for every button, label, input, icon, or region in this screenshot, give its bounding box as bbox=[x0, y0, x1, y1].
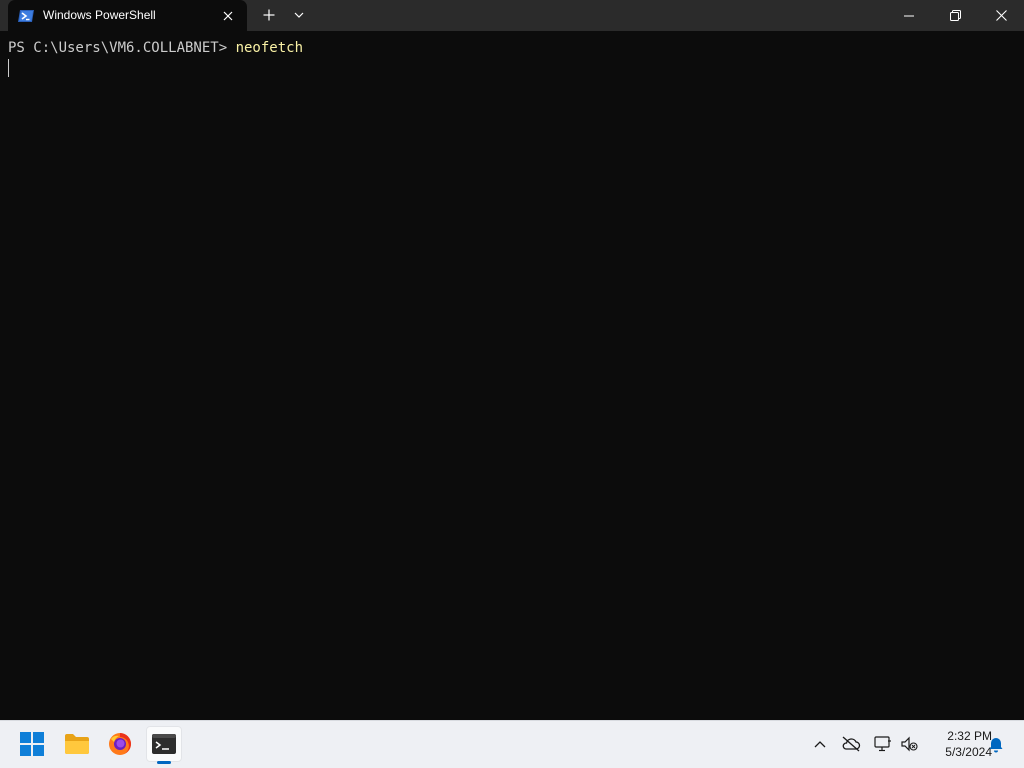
minimize-icon[interactable] bbox=[886, 0, 932, 31]
tab-close-icon[interactable] bbox=[217, 5, 239, 27]
onedrive-offline-icon[interactable] bbox=[841, 734, 861, 754]
terminal-output[interactable]: PS C:\Users\VM6.COLLABNET> neofetch bbox=[0, 31, 1024, 720]
powershell-icon bbox=[18, 8, 34, 22]
clock-time: 2:32 PM bbox=[947, 729, 992, 743]
powershell-window: Windows PowerShell PS C:\Users\VM6.COLLA… bbox=[0, 0, 1024, 720]
firefox-icon[interactable] bbox=[102, 726, 138, 762]
tab-title: Windows PowerShell bbox=[43, 8, 156, 22]
windows-start-icon[interactable] bbox=[14, 726, 50, 762]
new-tab-plus-icon[interactable] bbox=[257, 4, 281, 26]
clock-date: 5/3/2024 bbox=[945, 745, 992, 759]
close-icon[interactable] bbox=[978, 0, 1024, 31]
text-cursor bbox=[8, 59, 9, 77]
maximize-icon[interactable] bbox=[932, 0, 978, 31]
notification-bell-icon[interactable] bbox=[986, 734, 1006, 754]
command-text: neofetch bbox=[235, 40, 304, 56]
tab-windows-powershell[interactable]: Windows PowerShell bbox=[8, 0, 247, 31]
taskbar: 2:32 PM 5/3/2024 bbox=[0, 720, 1024, 768]
title-bar[interactable]: Windows PowerShell bbox=[0, 0, 1024, 31]
system-clock[interactable]: 2:32 PM 5/3/2024 bbox=[922, 728, 992, 760]
chevron-down-icon[interactable] bbox=[288, 4, 310, 26]
network-icon[interactable] bbox=[873, 734, 893, 754]
prompt-text: PS C:\Users\VM6.COLLABNET> bbox=[8, 40, 236, 56]
terminal-icon[interactable] bbox=[146, 726, 182, 762]
chevron-up-icon[interactable] bbox=[810, 734, 830, 754]
file-explorer-icon[interactable] bbox=[59, 726, 95, 762]
prompt-line: PS C:\Users\VM6.COLLABNET> neofetch bbox=[8, 39, 303, 58]
volume-muted-icon[interactable] bbox=[899, 734, 919, 754]
active-app-indicator bbox=[157, 761, 171, 764]
